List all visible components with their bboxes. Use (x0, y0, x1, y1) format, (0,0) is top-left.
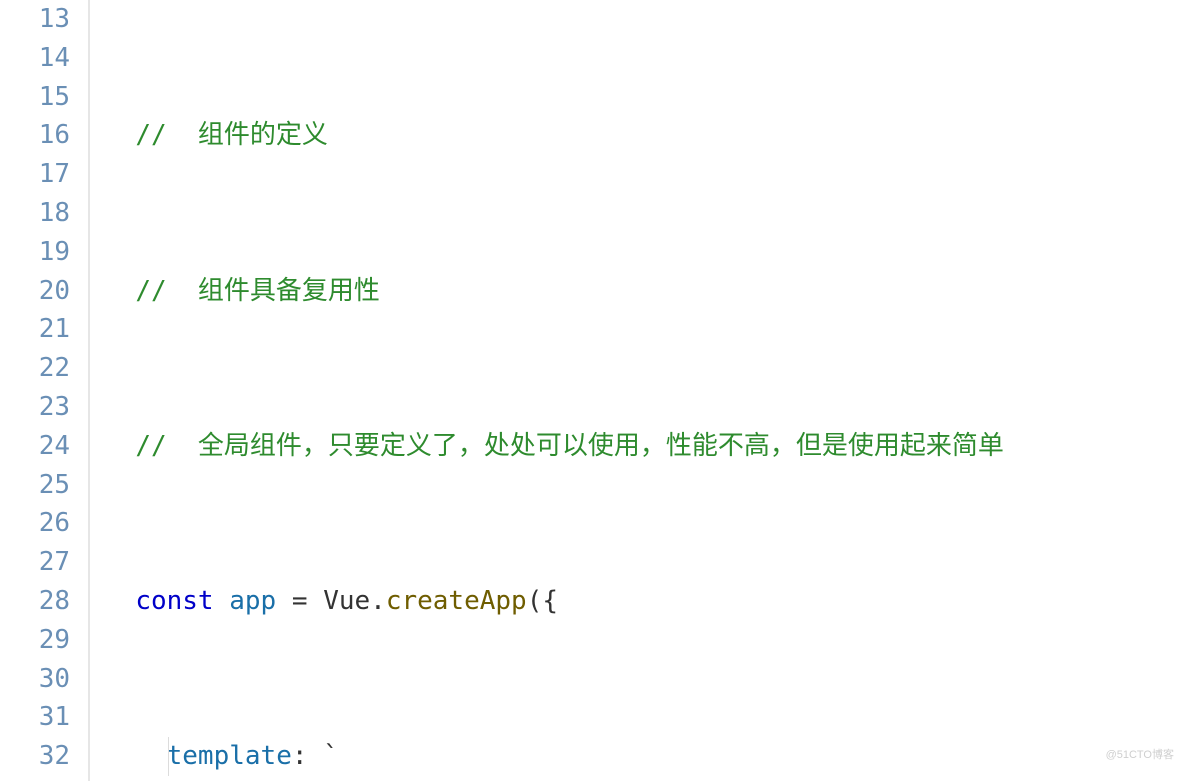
code-line[interactable]: template: ` (104, 737, 1184, 776)
operator-eq: = (276, 586, 323, 616)
identifier-vue: Vue (323, 586, 370, 616)
code-line[interactable]: // 组件具备复用性 (104, 272, 1184, 311)
colon-tick: : ` (292, 741, 339, 771)
comment: // 组件具备复用性 (135, 276, 380, 306)
paren-open: ({ (527, 586, 558, 616)
line-number: 13 (0, 0, 70, 39)
line-number: 24 (0, 427, 70, 466)
identifier-app: app (229, 586, 276, 616)
line-number: 16 (0, 116, 70, 155)
line-number: 32 (0, 737, 70, 776)
code-line[interactable]: const app = Vue.createApp({ (104, 582, 1184, 621)
line-number: 31 (0, 698, 70, 737)
gutter-rule (88, 0, 90, 781)
line-number: 25 (0, 466, 70, 505)
line-number: 22 (0, 349, 70, 388)
code-editor[interactable]: 13 14 15 16 17 18 19 20 21 22 23 24 25 2… (0, 0, 1184, 781)
line-number: 17 (0, 155, 70, 194)
line-number: 19 (0, 233, 70, 272)
fn-createApp: createApp (386, 586, 527, 616)
comment: // 全局组件，只要定义了，处处可以使用，性能不高，但是使用起来简单 (135, 431, 1004, 461)
dot: . (370, 586, 386, 616)
line-number-gutter: 13 14 15 16 17 18 19 20 21 22 23 24 25 2… (0, 0, 88, 781)
line-number: 21 (0, 310, 70, 349)
code-line[interactable]: // 全局组件，只要定义了，处处可以使用，性能不高，但是使用起来简单 (104, 427, 1184, 466)
line-number: 15 (0, 78, 70, 117)
comment: // 组件的定义 (135, 120, 328, 150)
line-number: 28 (0, 582, 70, 621)
line-number: 26 (0, 504, 70, 543)
watermark: @51CTO博客 (1106, 736, 1174, 775)
code-line[interactable]: // 组件的定义 (104, 116, 1184, 155)
code-area[interactable]: // 组件的定义 // 组件具备复用性 // 全局组件，只要定义了，处处可以使用… (104, 0, 1184, 781)
line-number: 20 (0, 272, 70, 311)
line-number: 27 (0, 543, 70, 582)
line-number: 14 (0, 39, 70, 78)
line-number: 29 (0, 621, 70, 660)
line-number: 23 (0, 388, 70, 427)
prop-template: template (167, 741, 292, 771)
keyword-const: const (135, 586, 213, 616)
line-number: 18 (0, 194, 70, 233)
line-number: 30 (0, 660, 70, 699)
